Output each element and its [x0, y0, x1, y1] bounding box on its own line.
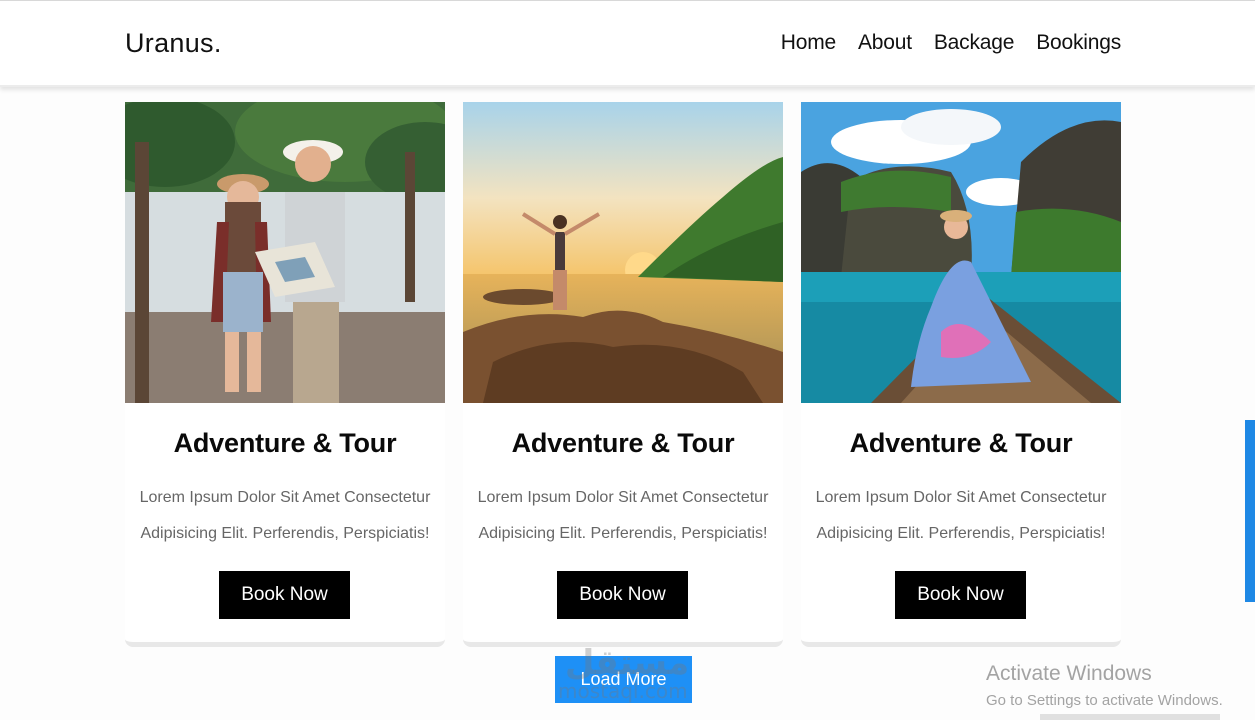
card-description-line: Adipisicing Elit. Perferendis, Perspicia… [478, 525, 768, 542]
card-description: Lorem Ipsum Dolor Sit Amet Consectetur A… [125, 480, 445, 552]
main-nav: Home About Backage Bookings [781, 31, 1121, 55]
tour-card: Adventure & Tour Lorem Ipsum Dolor Sit A… [801, 102, 1121, 647]
tour-image-sunset-rocks [463, 102, 783, 403]
activate-windows-notice: Activate Windows Go to Settings to activ… [986, 662, 1223, 709]
site-header: Uranus. Home About Backage Bookings [0, 1, 1255, 87]
card-description: Lorem Ipsum Dolor Sit Amet Consectetur A… [801, 480, 1121, 552]
book-now-button[interactable]: Book Now [895, 571, 1026, 619]
tour-image-couple-travelers [125, 102, 445, 403]
tour-image-boat-cliffs [801, 102, 1121, 403]
card-title: Adventure & Tour [849, 428, 1073, 458]
card-description-line: Adipisicing Elit. Perferendis, Perspicia… [140, 525, 430, 542]
nav-backage[interactable]: Backage [934, 31, 1015, 55]
book-now-button[interactable]: Book Now [557, 571, 688, 619]
card-description: Lorem Ipsum Dolor Sit Amet Consectetur A… [463, 480, 783, 552]
site-logo[interactable]: Uranus. [125, 28, 222, 59]
activate-windows-title: Activate Windows [986, 662, 1152, 685]
taskbar-strip [1040, 714, 1220, 720]
activate-windows-subtitle: Go to Settings to activate Windows. [986, 692, 1223, 709]
card-title: Adventure & Tour [173, 428, 397, 458]
nav-about[interactable]: About [858, 31, 912, 55]
nav-bookings[interactable]: Bookings [1036, 31, 1121, 55]
tour-card: Adventure & Tour Lorem Ipsum Dolor Sit A… [125, 102, 445, 647]
card-description-line: Lorem Ipsum Dolor Sit Amet Consectetur [477, 489, 769, 506]
nav-home[interactable]: Home [781, 31, 836, 55]
tour-card: Adventure & Tour Lorem Ipsum Dolor Sit A… [463, 102, 783, 647]
book-now-button[interactable]: Book Now [219, 571, 350, 619]
card-description-line: Adipisicing Elit. Perferendis, Perspicia… [816, 525, 1106, 542]
card-description-line: Lorem Ipsum Dolor Sit Amet Consectetur [139, 489, 431, 506]
card-title: Adventure & Tour [511, 428, 735, 458]
scrollbar-thumb[interactable] [1245, 420, 1255, 602]
load-more-button[interactable]: Load More [555, 656, 692, 703]
card-description-line: Lorem Ipsum Dolor Sit Amet Consectetur [815, 489, 1107, 506]
